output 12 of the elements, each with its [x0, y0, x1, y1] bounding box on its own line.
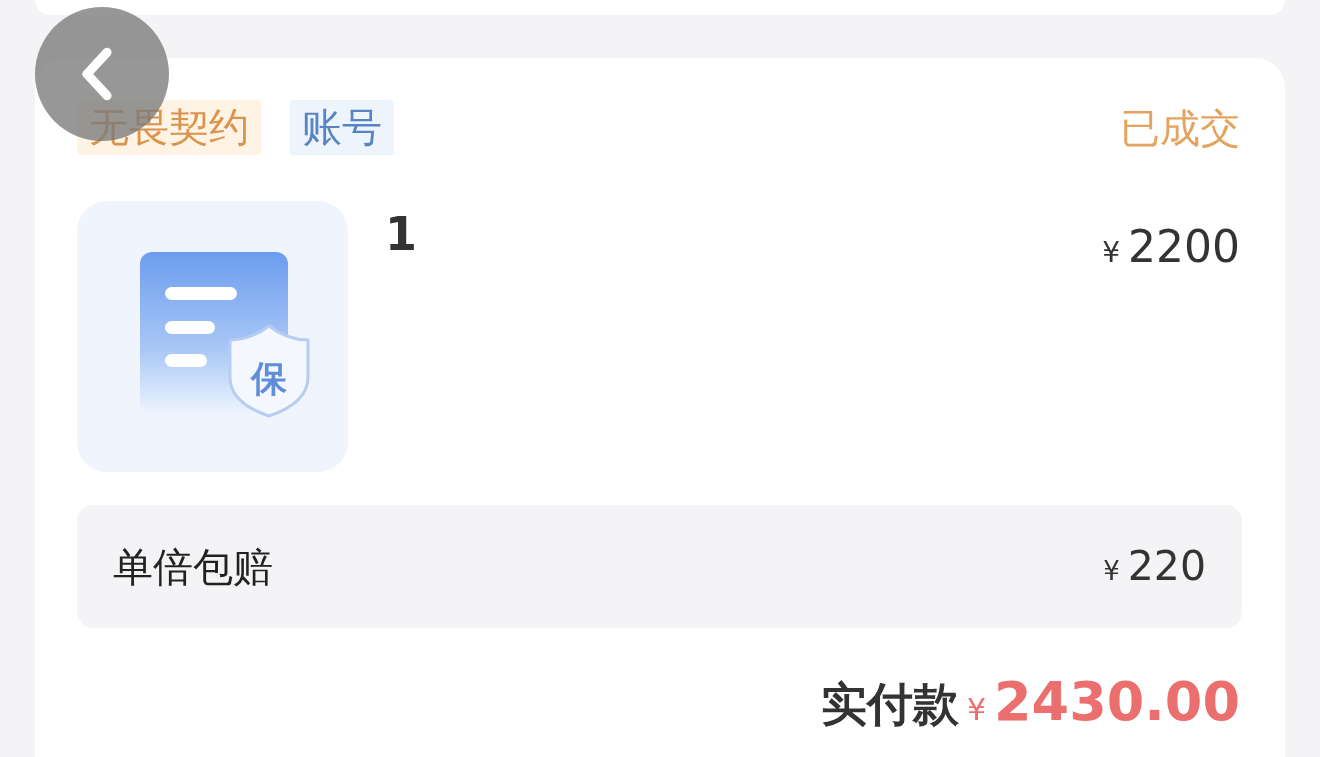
chevron-left-icon [82, 47, 112, 101]
insurance-price: 220 [1127, 543, 1206, 590]
currency-symbol: ¥ [966, 693, 987, 726]
product-price: 2200 [1128, 223, 1240, 272]
insurance-label: 单倍包赔 [113, 542, 273, 591]
total-amount: 2430.00 [994, 672, 1240, 732]
tag: 账号 [290, 100, 394, 155]
product-title: 1 [385, 209, 417, 260]
currency-symbol: ¥ [1103, 556, 1120, 586]
order-status: 已成交 [1120, 103, 1240, 152]
total-label: 实付款 [820, 679, 959, 730]
currency-symbol: ¥ [1102, 238, 1120, 269]
